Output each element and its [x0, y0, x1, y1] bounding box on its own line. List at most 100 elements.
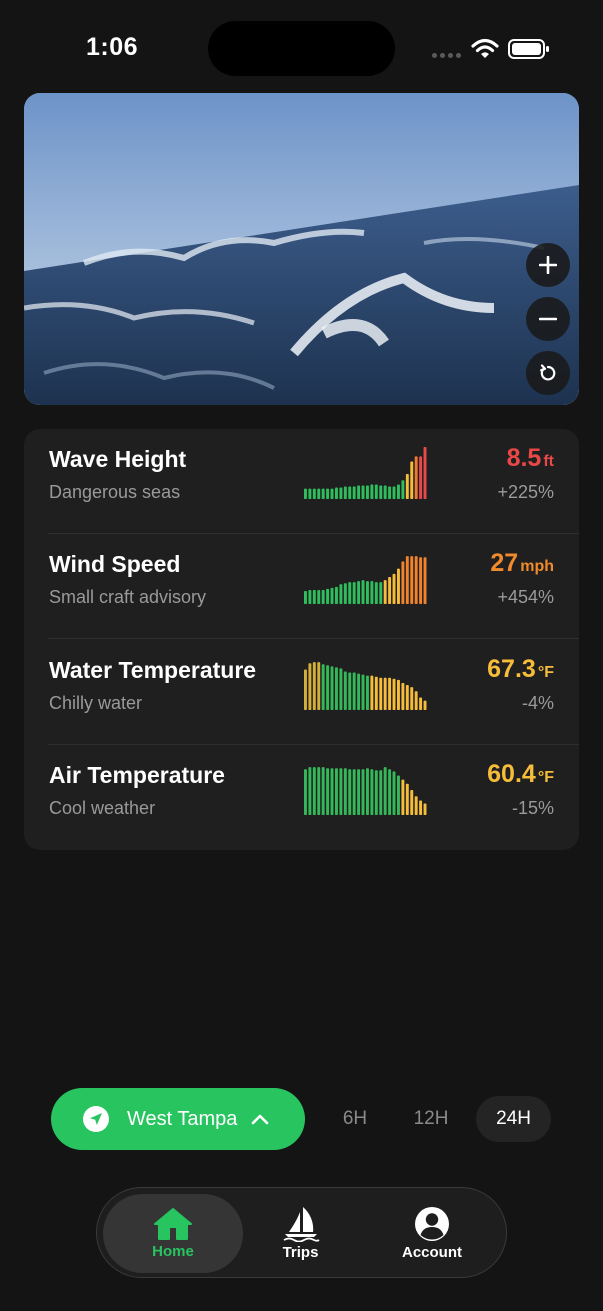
tab-account[interactable]: Account	[367, 1194, 497, 1273]
sparkline-bar	[317, 767, 321, 815]
sparkline-bar	[392, 678, 396, 710]
sparkline-bar	[317, 589, 321, 604]
sparkline-bar	[383, 485, 387, 499]
sparkline-bar	[339, 668, 343, 710]
metric-value: 60.4 °F	[487, 760, 554, 788]
range-12h-button[interactable]: 12H	[400, 1096, 462, 1142]
sparkline-bar	[397, 484, 400, 499]
sparkline-bar	[374, 582, 378, 604]
sparkline-chart	[304, 662, 427, 710]
metric-value: 67.3 °F	[487, 655, 554, 683]
metric-subtitle: Chilly water	[49, 693, 143, 713]
sparkline-bar	[401, 779, 405, 815]
conditions-card: Wave Height Dangerous seas 8.5 ft +225% W…	[24, 429, 579, 850]
metric-subtitle: Dangerous seas	[49, 482, 181, 502]
sparkline-bar	[419, 800, 423, 815]
sparkline-bar	[343, 583, 347, 604]
account-icon	[415, 1207, 449, 1241]
sparkline-bar	[357, 673, 361, 710]
sparkline-bar	[397, 679, 400, 710]
tab-label: Account	[402, 1244, 462, 1261]
location-label: West Tampa	[127, 1107, 238, 1130]
sparkline-bar	[304, 488, 307, 499]
refresh-button[interactable]	[526, 351, 570, 395]
range-6h-button[interactable]: 6H	[326, 1096, 384, 1142]
zoom-in-button[interactable]	[526, 243, 570, 287]
sparkline-bar	[317, 488, 321, 499]
sparkline-bar	[317, 662, 321, 710]
metric-change: +454%	[497, 587, 554, 607]
sparkline-bar	[392, 486, 396, 499]
sparkline-bar	[304, 769, 307, 815]
sparkline-bar	[374, 484, 378, 499]
sparkline-bar	[326, 488, 330, 499]
sparkline-bar	[352, 672, 356, 710]
sparkline-bar	[401, 561, 405, 604]
sparkline-bar	[414, 456, 418, 499]
sparkline-bar	[392, 573, 396, 604]
sparkline-chart	[304, 556, 427, 604]
metric-row-wind-speed[interactable]: Wind Speed Small craft advisory 27 mph +4…	[24, 534, 579, 639]
sparkline-bar	[423, 447, 427, 499]
sparkline-bar	[423, 803, 427, 815]
sparkline-bar	[304, 669, 307, 710]
sparkline-bar	[370, 484, 374, 499]
sparkline-bar	[335, 586, 338, 604]
sparkline-bar	[308, 488, 312, 499]
metric-row-air-temperature[interactable]: Air Temperature Cool weather 60.4 °F -15%	[24, 745, 579, 850]
sparkline-bar	[401, 480, 405, 499]
sparkline-bar	[326, 665, 330, 710]
plus-icon	[539, 256, 557, 274]
metric-value: 27 mph	[490, 549, 554, 577]
tab-bar: Home Trips Account	[96, 1187, 507, 1278]
sparkline-bar	[401, 682, 405, 710]
sparkline-bar	[348, 672, 352, 710]
camera-feed[interactable]	[24, 93, 579, 405]
cellular-signal-icon	[432, 53, 461, 58]
sparkline-bar	[410, 687, 414, 710]
metric-row-water-temperature[interactable]: Water Temperature Chilly water 67.3 °F -4…	[24, 640, 579, 745]
tab-home[interactable]: Home	[103, 1194, 243, 1273]
sparkline-bar	[419, 456, 423, 499]
metric-subtitle: Small craft advisory	[49, 587, 207, 607]
sparkline-bar	[383, 767, 387, 815]
sparkline-bar	[419, 697, 423, 710]
sparkline-bar	[361, 485, 365, 499]
sparkline-bar	[321, 589, 325, 604]
location-selector-button[interactable]: West Tampa	[51, 1088, 305, 1150]
home-icon	[154, 1208, 192, 1240]
range-24h-button[interactable]: 24H	[476, 1096, 551, 1142]
battery-icon	[508, 39, 549, 59]
sparkline-bar	[312, 589, 316, 604]
sparkline-bar	[343, 486, 347, 499]
sparkline-bar	[379, 770, 383, 815]
tab-trips[interactable]: Trips	[243, 1194, 358, 1273]
sparkline-bar	[388, 769, 392, 815]
sparkline-bar	[352, 769, 356, 815]
sparkline-bar	[410, 556, 414, 604]
status-time: 1:06	[86, 33, 139, 61]
sparkline-bar	[321, 767, 325, 815]
sparkline-bar	[414, 556, 418, 604]
sparkline-bar	[388, 576, 392, 604]
sparkline-bar	[352, 486, 356, 499]
sparkline-bar	[304, 591, 307, 604]
metric-row-wave-height[interactable]: Wave Height Dangerous seas 8.5 ft +225%	[24, 429, 579, 534]
chevron-up-icon	[252, 1114, 269, 1125]
location-arrow-icon	[83, 1106, 109, 1132]
metric-title: Air Temperature	[49, 762, 225, 788]
sparkline-bar	[312, 767, 316, 815]
sparkline-bar	[343, 671, 347, 710]
zoom-out-button[interactable]	[526, 297, 570, 341]
sparkline-bar	[312, 662, 316, 710]
sparkline-bar	[410, 461, 414, 499]
sparkline-bar	[388, 486, 392, 499]
sparkline-bar	[405, 685, 409, 710]
minus-icon	[539, 317, 557, 321]
sparkline-bar	[383, 580, 387, 604]
sparkline-bar	[392, 771, 396, 815]
sparkline-bar	[339, 768, 343, 815]
sparkline-bar	[370, 581, 374, 604]
sparkline-bar	[370, 675, 374, 710]
sparkline-bar	[405, 783, 409, 815]
